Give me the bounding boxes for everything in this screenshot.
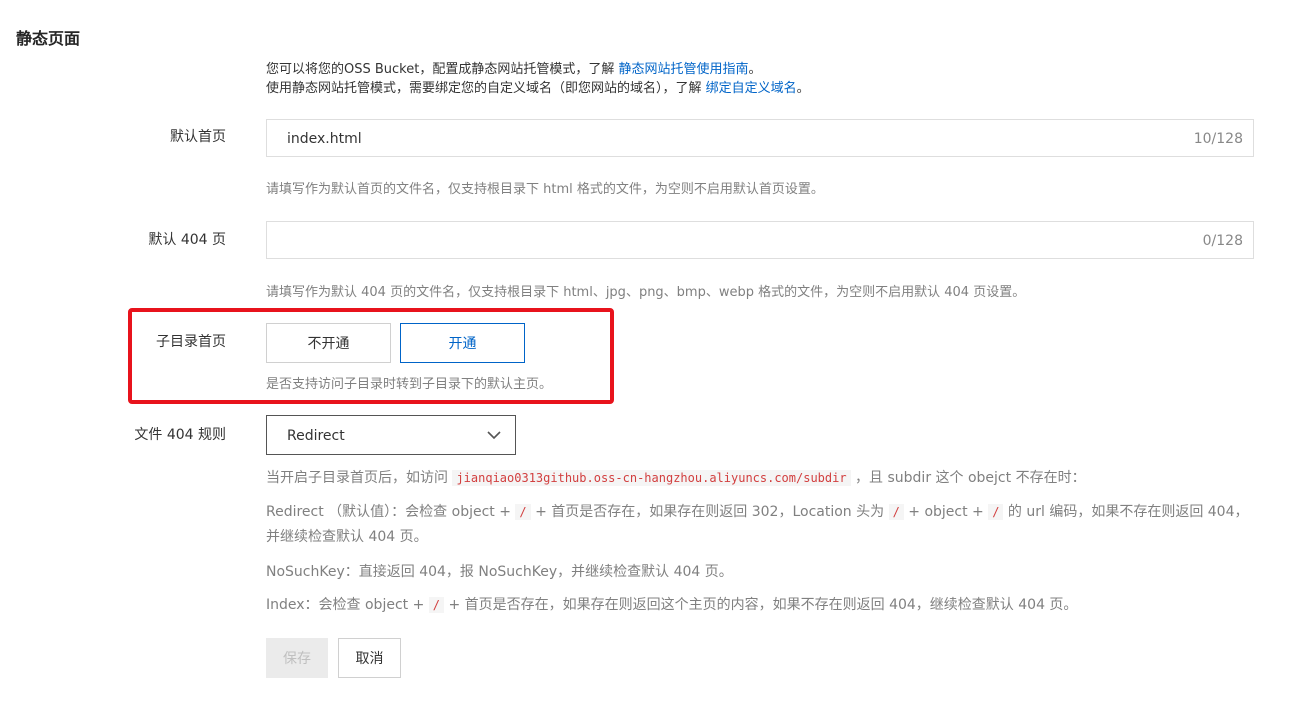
file-404-rule-select[interactable]: Redirect <box>266 415 516 455</box>
rule-desc-intro-suffix: ，且 subdir 这个 obejct 不存在时： <box>850 470 1086 486</box>
intro-text: 您可以将您的OSS Bucket，配置成静态网站托管模式，了解 静态网站托管使用… <box>266 60 810 98</box>
default-404-count: 0/128 <box>1202 233 1243 249</box>
intro-line-2: 使用静态网站托管模式，需要绑定您的自定义域名（即您网站的域名），了解 绑定自定义… <box>266 79 810 98</box>
intro-line-2-text: 使用静态网站托管模式，需要绑定您的自定义域名（即您网站的域名），了解 <box>266 81 706 96</box>
section-title: 静态页面 <box>16 29 81 48</box>
example-url-code: jianqiao0313github.oss-cn-hangzhou.aliyu… <box>452 470 851 486</box>
intro-line-1-text: 您可以将您的OSS Bucket，配置成静态网站托管模式，了解 <box>266 62 619 77</box>
file-404-rule-value: Redirect <box>287 428 345 444</box>
redirect-text-3: + object + <box>903 504 989 520</box>
intro-line-1: 您可以将您的OSS Bucket，配置成静态网站托管模式，了解 静态网站托管使用… <box>266 60 810 79</box>
bind-domain-link[interactable]: 绑定自定义域名 <box>706 81 797 96</box>
default-index-value: index.html <box>287 131 362 147</box>
default-404-input[interactable]: 0/128 <box>266 221 1254 259</box>
hosting-guide-link[interactable]: 静态网站托管使用指南 <box>618 62 748 77</box>
save-button: 保存 <box>266 638 328 678</box>
highlight-box <box>128 308 614 404</box>
redirect-code-2: / <box>888 504 904 520</box>
index-code: / <box>428 597 444 613</box>
rule-desc-index: Index：会检查 object + / + 首页是否存在，如果存在则返回这个主… <box>266 593 1256 618</box>
intro-line-1-suffix: 。 <box>748 62 762 77</box>
redirect-text-2: + 首页是否存在，如果存在则返回 302，Location 头为 <box>530 504 889 520</box>
file-404-rule-label: 文件 404 规则 <box>134 427 226 443</box>
intro-line-2-suffix: 。 <box>796 81 810 96</box>
default-index-label: 默认首页 <box>170 129 226 145</box>
cancel-button[interactable]: 取消 <box>338 638 401 678</box>
rule-desc-redirect: Redirect （默认值）：会检查 object + / + 首页是否存在，如… <box>266 500 1256 550</box>
default-index-input[interactable]: index.html 10/128 <box>266 119 1254 157</box>
rule-desc-intro-text: 当开启子目录首页后，如访问 <box>266 470 453 486</box>
rule-desc-nosuchkey: NoSuchKey：直接返回 404，报 NoSuchKey，并继续检查默认 4… <box>266 564 733 580</box>
default-404-help: 请填写作为默认 404 页的文件名，仅支持根目录下 html、jpg、png、b… <box>266 285 1026 300</box>
index-text-2: + 首页是否存在，如果存在则返回这个主页的内容，如果不存在则返回 404，继续检… <box>444 597 1078 613</box>
chevron-down-icon <box>487 431 501 440</box>
redirect-code-1: / <box>515 504 531 520</box>
redirect-code-3: / <box>988 504 1004 520</box>
default-index-help: 请填写作为默认首页的文件名，仅支持根目录下 html 格式的文件，为空则不启用默… <box>266 182 824 197</box>
rule-desc-intro: 当开启子目录首页后，如访问 jianqiao0313github.oss-cn-… <box>266 466 1256 491</box>
index-text-1: Index：会检查 object + <box>266 597 429 613</box>
redirect-text-1: Redirect （默认值）：会检查 object + <box>266 504 516 520</box>
default-index-count: 10/128 <box>1193 131 1243 147</box>
default-404-label: 默认 404 页 <box>148 232 226 248</box>
